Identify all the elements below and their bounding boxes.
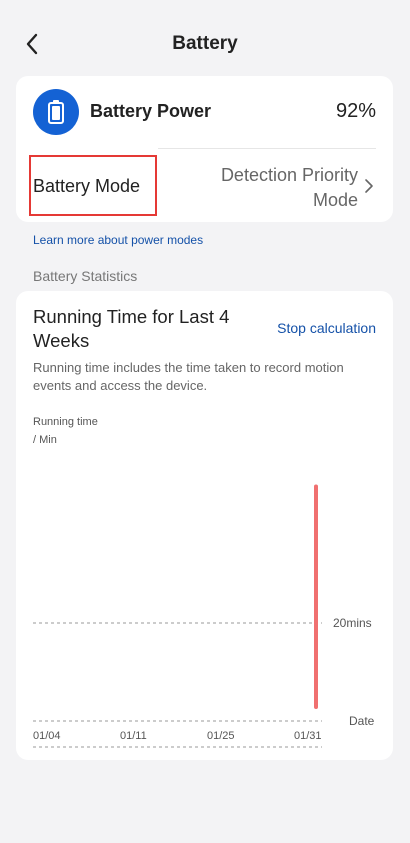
x-tick-label: 01/31 [294, 730, 322, 742]
page-title: Battery [172, 33, 238, 54]
x-tick-label: 01/04 [33, 730, 61, 742]
battery-mode-label: Battery Mode [33, 176, 141, 196]
reference-line-label: 20mins [333, 616, 372, 630]
x-axis-label: Date [349, 714, 375, 728]
x-tick-label: 01/11 [120, 730, 147, 742]
battery-mode-value: Detection Priority Mode [220, 165, 358, 210]
y-axis-label: Running time [33, 416, 98, 428]
chevron-right-icon [365, 179, 373, 193]
battery-power-label: Battery Power [90, 101, 212, 121]
battery-statistics-card: Running Time for Last 4 Weeks Stop calcu… [16, 291, 393, 760]
learn-more-link[interactable]: Learn more about power modes [33, 233, 203, 247]
battery-icon [33, 89, 79, 135]
x-ticks: 01/04 01/11 01/25 01/31 [33, 730, 322, 742]
battery-power-card: Battery Power 92% Battery Mode Detection… [16, 76, 393, 222]
battery-power-row: Battery Power 92% [16, 76, 393, 148]
battery-mode-row[interactable]: Battery Mode Detection Priority Mode [16, 149, 393, 222]
battery-power-value: 92% [335, 100, 376, 122]
x-tick-label: 01/25 [207, 730, 235, 742]
section-title-battery-statistics: Battery Statistics [33, 268, 138, 284]
header: Battery [0, 0, 410, 88]
y-axis-unit: / Min [33, 434, 57, 446]
running-time-chart: Running time / Min 20mins Date 01/04 01/1… [33, 416, 375, 748]
